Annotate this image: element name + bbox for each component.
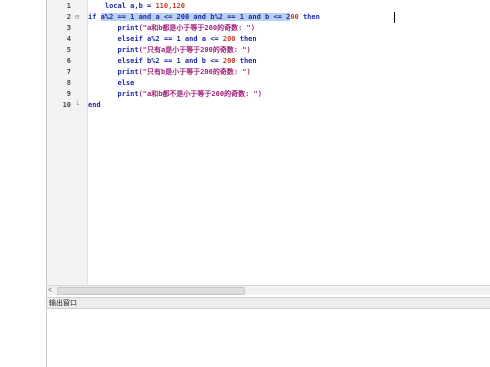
line-number: 5 (66, 46, 71, 54)
code-line[interactable]: print("只有b是小于等于200的奇数: ") (88, 67, 490, 78)
fold-marker-icon[interactable]: └ (75, 100, 83, 111)
line-number: 4 (66, 35, 71, 43)
output-panel-body[interactable] (47, 309, 490, 367)
code-token: ("a和b都不是小于等于200的奇数: ") (138, 90, 262, 98)
line-number: 10 (62, 101, 71, 109)
code-line[interactable]: print("只有a是小于等于200的奇数: ") (88, 45, 490, 56)
code-token: ("只有a是小于等于200的奇数: ") (138, 46, 251, 54)
code-token: local a,b = (88, 2, 156, 10)
code-editor[interactable]: 1 2 ⊟ 3 4 5 6 7 8 9 10 └ local a,b = 110,120 if a%2 … (47, 0, 490, 285)
code-token: then (235, 57, 257, 65)
code-token: print (88, 24, 139, 32)
line-number: 1 (66, 2, 71, 10)
code-line[interactable]: elseif a%2 == 1 and a <= 200 then (88, 34, 490, 45)
line-number: 8 (66, 79, 71, 87)
line-number: 3 (66, 24, 71, 32)
line-number: 6 (66, 57, 71, 65)
text-caret (394, 12, 395, 23)
code-token: elseif a%2 == 1 and a <= (88, 35, 223, 43)
ide-window: 1 2 ⊟ 3 4 5 6 7 8 9 10 └ local a,b = 110,120 if a%2 … (0, 0, 490, 367)
code-token: print (88, 68, 139, 76)
code-token: print (88, 90, 139, 98)
line-number-gutter: 1 2 ⊟ 3 4 5 6 7 8 9 10 └ (47, 0, 88, 285)
code-line[interactable]: elseif b%2 == 1 and b <= 200 then (88, 56, 490, 67)
code-line[interactable]: local a,b = 110,120 (88, 1, 490, 12)
code-text-area[interactable]: local a,b = 110,120 if a%2 == 1 and a <= … (88, 0, 490, 285)
code-line[interactable]: end (88, 100, 490, 111)
code-token: 200 (222, 35, 236, 43)
code-token: then (298, 13, 320, 21)
code-token: print (88, 46, 139, 54)
code-token: else (88, 79, 135, 87)
code-line[interactable]: else (88, 78, 490, 89)
code-token: end (88, 101, 101, 109)
code-line[interactable]: print("a和b都不是小于等于200的奇数: ") (88, 89, 490, 100)
code-line[interactable]: print("a和b都是小于等于200的奇数: ") (88, 23, 490, 34)
code-token: ("a和b都是小于等于200的奇数: ") (138, 24, 255, 32)
code-token: 00 (290, 13, 299, 21)
code-token: ("只有b是小于等于200的奇数: ") (138, 68, 251, 76)
fold-marker-icon[interactable]: ⊟ (75, 12, 83, 23)
selected-text: a%2 == 1 and a <= 200 and b%2 == 1 and b… (100, 13, 291, 21)
code-token: 200 (222, 57, 236, 65)
code-token: elseif b%2 == 1 and b <= (88, 57, 223, 65)
scrollbar-thumb[interactable] (57, 287, 245, 295)
output-panel-title: 输出窗口 (47, 297, 490, 309)
line-number: 9 (66, 90, 71, 98)
line-number: 7 (66, 68, 71, 76)
code-token: then (235, 35, 257, 43)
scroll-left-arrow-icon[interactable]: < (48, 286, 52, 295)
line-number: 2 (66, 13, 71, 21)
code-token: if (88, 13, 101, 21)
code-token: 110,120 (155, 2, 185, 10)
left-panel-strip (0, 0, 47, 367)
code-line[interactable]: if a%2 == 1 and a <= 200 and b%2 == 1 an… (88, 12, 490, 23)
horizontal-scrollbar[interactable]: < (47, 285, 490, 295)
